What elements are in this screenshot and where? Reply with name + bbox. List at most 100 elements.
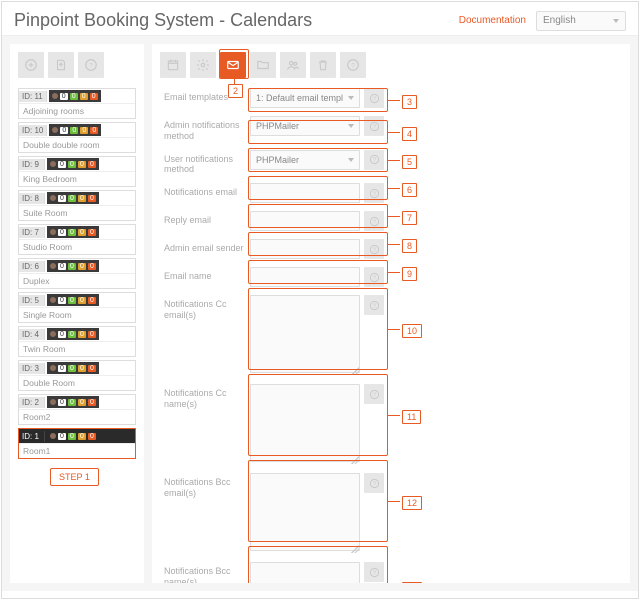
calendar-item[interactable]: ID: 1 0 0 0 0 Room1 xyxy=(18,428,136,459)
avatar-icon xyxy=(50,229,56,235)
avatar-icon xyxy=(50,161,56,167)
export-button[interactable] xyxy=(48,52,74,78)
calendar-stats: 0 0 0 0 xyxy=(49,124,101,136)
notifications-email-input[interactable] xyxy=(250,183,360,203)
field-label: Reply email xyxy=(164,211,250,226)
calendar-stats: 0 0 0 0 xyxy=(49,90,101,102)
field-label: Notifications Cc name(s) xyxy=(164,384,250,410)
avatar-icon xyxy=(52,127,58,133)
calendar-name: Room2 xyxy=(19,409,135,424)
calendar-stats: 0 0 0 0 xyxy=(47,396,99,408)
field-label: Admin notifications method xyxy=(164,116,250,142)
chevron-down-icon xyxy=(348,96,354,100)
avatar-icon xyxy=(50,365,56,371)
field-label: Email name xyxy=(164,267,250,282)
field-label: Admin email sender xyxy=(164,239,250,254)
trash-tab[interactable] xyxy=(310,52,336,78)
field-help-button[interactable]: ? xyxy=(364,116,384,136)
admin-notifications-method-select[interactable]: PHPMailer xyxy=(250,116,360,136)
calendar-id: ID: 2 xyxy=(19,397,45,408)
mail-tab[interactable] xyxy=(220,52,246,78)
svg-text:?: ? xyxy=(373,303,376,309)
notifications-cc-email-s--textarea[interactable] xyxy=(250,295,360,373)
calendar-stats: 0 0 0 0 xyxy=(47,430,99,442)
reply-email-input[interactable] xyxy=(250,211,360,231)
calendar-item[interactable]: ID: 11 0 0 0 0 Adjoining rooms xyxy=(18,88,136,119)
add-calendar-button[interactable] xyxy=(18,52,44,78)
page-title: Pinpoint Booking System - Calendars xyxy=(14,10,459,31)
calendar-name: Double Room xyxy=(19,375,135,390)
calendar-item[interactable]: ID: 6 0 0 0 0 Duplex xyxy=(18,258,136,289)
field-help-button[interactable]: ? xyxy=(364,88,384,108)
field-label: Notifications email xyxy=(164,183,250,198)
calendar-item[interactable]: ID: 7 0 0 0 0 Studio Room xyxy=(18,224,136,255)
annotation-tag: 12 xyxy=(402,496,422,510)
left-toolbar: ? xyxy=(18,52,136,78)
field-help-button[interactable]: ? xyxy=(364,295,384,315)
annotation-tag: 8 xyxy=(402,239,417,253)
field-help-button[interactable]: ? xyxy=(364,562,384,582)
calendar-name: Twin Room xyxy=(19,341,135,356)
calendar-id: ID: 5 xyxy=(19,295,45,306)
notifications-bcc-name-s--textarea[interactable] xyxy=(250,562,360,583)
documentation-link[interactable]: Documentation xyxy=(459,15,526,26)
calendar-stats: 0 0 0 0 xyxy=(47,158,99,170)
field-help-button[interactable]: ? xyxy=(364,150,384,170)
field-help-button[interactable]: ? xyxy=(364,239,384,259)
email-templates-select[interactable]: 1: Default email templ xyxy=(250,88,360,108)
calendar-stats: 0 0 0 0 xyxy=(47,192,99,204)
help-tab[interactable]: ? xyxy=(340,52,366,78)
form-row: Admin email sender ? xyxy=(164,239,622,259)
resize-handle-icon xyxy=(351,545,359,553)
annotation-tag: 11 xyxy=(402,410,421,424)
calendar-item[interactable]: ID: 2 0 0 0 0 Room2 xyxy=(18,394,136,425)
field-help-button[interactable]: ? xyxy=(364,183,384,203)
notifications-bcc-email-s--textarea[interactable] xyxy=(250,473,360,551)
calendar-item[interactable]: ID: 5 0 0 0 0 Single Room xyxy=(18,292,136,323)
calendar-item[interactable]: ID: 8 0 0 0 0 Suite Room xyxy=(18,190,136,221)
svg-text:?: ? xyxy=(373,275,376,281)
field-help-button[interactable]: ? xyxy=(364,473,384,493)
calendar-item[interactable]: ID: 3 0 0 0 0 Double Room xyxy=(18,360,136,391)
resize-handle-icon xyxy=(351,456,359,464)
chevron-down-icon xyxy=(613,19,619,23)
calendar-id: ID: 10 xyxy=(19,125,47,136)
calendar-tab[interactable] xyxy=(160,52,186,78)
folder-tab[interactable] xyxy=(250,52,276,78)
calendar-name: Room1 xyxy=(19,443,135,458)
svg-text:?: ? xyxy=(89,62,93,69)
calendar-stats: 0 0 0 0 xyxy=(47,226,99,238)
language-select[interactable]: English xyxy=(536,11,626,31)
gear-tab[interactable] xyxy=(190,52,216,78)
field-label: Notifications Cc email(s) xyxy=(164,295,250,321)
annotation-tag: 13 xyxy=(402,582,422,583)
notifications-form: Email templates 1: Default email templ?A… xyxy=(160,88,622,583)
calendar-item[interactable]: ID: 10 0 0 0 0 Double double room xyxy=(18,122,136,153)
form-row: Email name ? xyxy=(164,267,622,287)
calendar-item[interactable]: ID: 9 0 0 0 0 King Bedroom xyxy=(18,156,136,187)
calendar-stats: 0 0 0 0 xyxy=(47,294,99,306)
svg-text:?: ? xyxy=(373,570,376,576)
form-row: Notifications email ? xyxy=(164,183,622,203)
field-help-button[interactable]: ? xyxy=(364,384,384,404)
field-help-button[interactable]: ? xyxy=(364,267,384,287)
svg-text:?: ? xyxy=(373,96,376,102)
annotation-tag: 2 xyxy=(228,84,243,98)
notifications-cc-name-s--textarea[interactable] xyxy=(250,384,360,462)
svg-text:?: ? xyxy=(373,219,376,225)
annotation-tag: 7 xyxy=(402,211,417,225)
users-tab[interactable] xyxy=(280,52,306,78)
form-row: Notifications Bcc email(s) ? xyxy=(164,473,622,554)
avatar-icon xyxy=(50,195,56,201)
user-notifications-method-select[interactable]: PHPMailer xyxy=(250,150,360,170)
field-help-button[interactable]: ? xyxy=(364,211,384,231)
email-name-input[interactable] xyxy=(250,267,360,287)
annotation-tag: 9 xyxy=(402,267,417,281)
calendar-id: ID: 11 xyxy=(19,91,47,102)
admin-email-sender-input[interactable] xyxy=(250,239,360,259)
help-button[interactable]: ? xyxy=(78,52,104,78)
calendar-name: Suite Room xyxy=(19,205,135,220)
annotation-tag: 5 xyxy=(402,155,417,169)
calendar-item[interactable]: ID: 4 0 0 0 0 Twin Room xyxy=(18,326,136,357)
form-row: Notifications Cc name(s) ? xyxy=(164,384,622,465)
